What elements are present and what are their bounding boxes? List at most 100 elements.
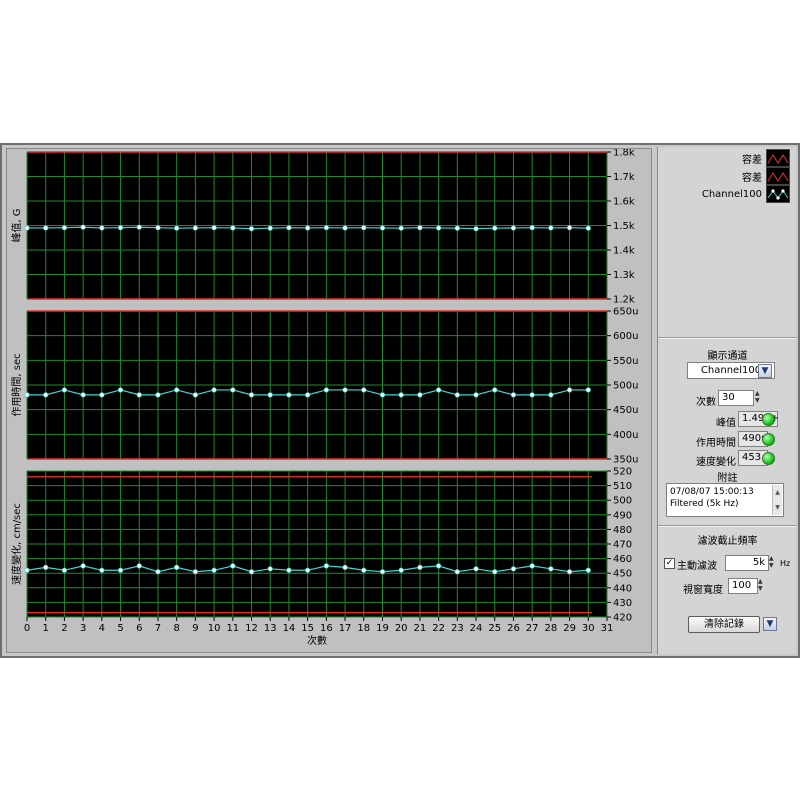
data-point <box>323 563 329 569</box>
x-tick-label: 6 <box>136 623 142 634</box>
x-tick-label: 24 <box>470 623 483 634</box>
data-point <box>398 225 404 231</box>
x-tick-label: 3 <box>80 623 86 634</box>
data-point <box>585 225 591 231</box>
legend-label: 容差 <box>742 172 762 184</box>
chevron-down-icon[interactable]: ▼ <box>763 617 777 631</box>
y-tick-label: 460 <box>613 554 632 565</box>
data-point <box>174 564 180 570</box>
data-point <box>211 387 217 393</box>
peak-label: 峰值 <box>716 418 736 429</box>
data-point <box>398 567 404 573</box>
control-panel: 容差 容差 Channel100 顯示通道 Channel100 ▼ 次數 30… <box>657 147 797 654</box>
data-point <box>267 392 273 398</box>
clear-records-button[interactable]: 清除記錄 <box>688 616 760 633</box>
data-point <box>136 224 142 230</box>
data-point <box>136 563 142 569</box>
data-point <box>61 387 68 393</box>
legend-swatch-red-icon <box>766 167 790 185</box>
x-tick-label: 31 <box>601 623 614 634</box>
count-spinner[interactable]: ▲ ▼ <box>755 390 764 406</box>
data-point <box>192 569 198 575</box>
legend-swatch-cyan-icon <box>766 185 790 203</box>
data-point <box>510 225 517 231</box>
data-point <box>43 392 49 398</box>
data-point <box>417 392 423 398</box>
data-point <box>454 392 460 398</box>
data-point <box>566 569 573 575</box>
data-point <box>174 387 180 393</box>
y-tick-label: 350u <box>613 455 638 466</box>
legend-item-tolerance-lower: 容差 <box>742 167 790 185</box>
y-tick-label: 430 <box>613 598 632 609</box>
legend-item-channel: Channel100 <box>702 185 790 203</box>
data-point <box>305 225 311 231</box>
x-tick-label: 10 <box>208 623 221 634</box>
count-input[interactable]: 30 <box>718 390 754 406</box>
data-point <box>473 566 479 572</box>
y-tick-label: 1.6k <box>613 197 635 208</box>
notes-textarea[interactable]: 07/08/07 15:00:13 Filtered (5k Hz) <box>666 483 784 517</box>
data-point <box>492 569 498 575</box>
active-filter-checkbox[interactable]: ✓ <box>664 558 675 569</box>
data-point <box>248 569 255 575</box>
data-point <box>230 563 236 569</box>
window-width-input[interactable]: 100 <box>728 578 758 594</box>
chevron-down-icon[interactable]: ▼ <box>758 364 772 378</box>
x-tick-label: 22 <box>432 623 445 634</box>
data-point <box>342 564 348 570</box>
data-point <box>454 569 460 575</box>
data-point <box>342 387 348 393</box>
x-tick-label: 8 <box>173 623 179 634</box>
data-point <box>80 392 86 398</box>
charts-svg: 1.8k 1.7k 1.6k 1.5k 1.4k 1.3k 1.2k 峰值, G 650u 600… <box>10 148 638 648</box>
x-tick-label: 18 <box>357 623 370 634</box>
x-tick-label: 26 <box>507 623 520 634</box>
data-point <box>436 387 442 393</box>
y-tick-label: 1.2k <box>613 295 635 306</box>
data-point <box>548 392 554 398</box>
velocity-indicator-led-icon <box>762 452 775 465</box>
data-point <box>566 387 573 393</box>
divider <box>658 525 797 527</box>
data-point <box>492 225 498 231</box>
x-tick-label: 23 <box>451 623 464 634</box>
data-point <box>24 567 30 573</box>
data-point <box>454 225 460 231</box>
x-tick-label: 5 <box>117 623 123 634</box>
notes-label: 附註 <box>717 473 738 484</box>
x-tick-label: 15 <box>301 623 314 634</box>
data-point <box>61 225 68 231</box>
data-point <box>361 567 367 573</box>
notes-line: 07/08/07 15:00:13 <box>670 487 754 497</box>
y-tick-label: 450u <box>613 405 638 416</box>
window-width-spinner[interactable]: ▲ ▼ <box>758 578 767 594</box>
filter-frequency-input[interactable]: 5k <box>725 555 769 571</box>
data-point <box>99 225 105 231</box>
y-tick-label: 510 <box>613 481 632 492</box>
y-tick-label: 600u <box>613 331 638 342</box>
filter-frequency-spinner[interactable]: ▲ ▼ <box>769 555 778 571</box>
data-point <box>117 387 124 393</box>
x-tick-label: 14 <box>283 623 296 634</box>
data-point <box>361 387 367 393</box>
data-point <box>436 563 442 569</box>
data-point <box>80 224 86 230</box>
data-point <box>417 225 423 231</box>
data-point <box>529 563 535 569</box>
data-point <box>80 563 86 569</box>
data-point <box>155 392 161 398</box>
x-tick-label: 12 <box>245 623 258 634</box>
data-point <box>548 225 554 231</box>
data-point <box>192 225 198 231</box>
data-point <box>529 392 535 398</box>
data-point <box>117 567 124 573</box>
y-tick-label: 470 <box>613 540 632 551</box>
x-tick-label: 30 <box>582 623 595 634</box>
x-tick-label: 9 <box>192 623 198 634</box>
x-tick-label: 27 <box>526 623 539 634</box>
data-point <box>99 567 105 573</box>
notes-scrollbar[interactable]: ▲ ▼ <box>772 485 782 515</box>
data-point <box>305 567 311 573</box>
data-point <box>585 387 591 393</box>
